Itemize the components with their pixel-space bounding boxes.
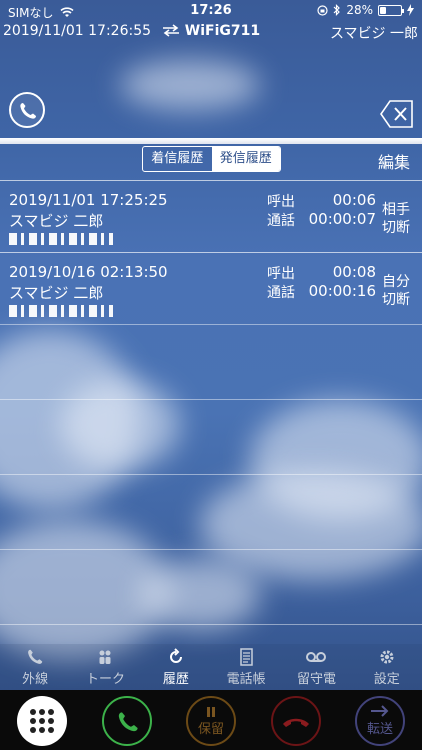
caller-name: スマビジ 二郎 bbox=[9, 212, 104, 230]
ring-time: 00:08 bbox=[332, 263, 376, 281]
keypad-button[interactable] bbox=[17, 696, 67, 746]
hangup-icon bbox=[283, 718, 309, 727]
call-datetime: 2019/11/01 17:25:25 bbox=[9, 191, 168, 209]
call-datetime: 2019/10/16 02:13:50 bbox=[9, 263, 168, 281]
history-icon bbox=[169, 648, 182, 663]
user-name: スマビジ 一郎 bbox=[329, 26, 418, 42]
masked-number bbox=[9, 233, 113, 245]
tab-outside-line[interactable]: 外線 bbox=[0, 644, 70, 690]
connection-info-bar: 2019/11/01 17:26:55 WiFiG711 スマビジ 一郎 bbox=[0, 22, 422, 42]
empty-row bbox=[0, 549, 422, 624]
disconnect-by: 自分 切断 bbox=[382, 274, 410, 308]
connection-label: WiFiG711 bbox=[184, 23, 261, 39]
empty-row bbox=[0, 324, 422, 399]
transfer-label: 転送 bbox=[366, 722, 393, 737]
phone-icon bbox=[118, 712, 138, 732]
history-segmented-control: 着信履歴 発信履歴 bbox=[142, 146, 281, 172]
phone-icon bbox=[28, 649, 43, 664]
disconnect-by: 相手 切断 bbox=[382, 202, 410, 236]
history-list: 2019/11/01 17:25:25 スマビジ 二郎 呼出 通話 00:06 … bbox=[0, 180, 422, 628]
ring-label: 呼出 bbox=[267, 194, 295, 210]
charging-icon bbox=[407, 4, 414, 16]
arrow-right-icon bbox=[371, 705, 389, 717]
transfer-button[interactable]: 転送 bbox=[355, 696, 405, 746]
phonebook-icon bbox=[240, 648, 253, 666]
call-button[interactable] bbox=[102, 696, 152, 746]
tab-talk[interactable]: トーク bbox=[70, 644, 140, 690]
ring-label: 呼出 bbox=[267, 266, 295, 282]
empty-row bbox=[0, 474, 422, 549]
bottom-tab-bar: 外線 トーク 履歴 電話帳 留守電 設定 bbox=[0, 644, 422, 690]
battery-percent: 28% bbox=[346, 3, 373, 17]
masked-number bbox=[9, 305, 113, 317]
pause-icon bbox=[207, 707, 215, 717]
call-action-bar: 保留 転送 bbox=[0, 690, 422, 750]
history-row[interactable]: 2019/11/01 17:25:25 スマビジ 二郎 呼出 通話 00:06 … bbox=[0, 180, 422, 252]
talk-label: 通話 bbox=[267, 213, 295, 229]
transfer-arrows-icon bbox=[162, 24, 179, 37]
dial-divider bbox=[0, 138, 422, 144]
keypad-icon bbox=[30, 709, 54, 733]
tab-history[interactable]: 履歴 bbox=[141, 644, 211, 690]
phone-icon bbox=[20, 103, 36, 119]
battery-icon bbox=[378, 4, 404, 16]
talk-label: 通話 bbox=[267, 285, 295, 301]
history-row[interactable]: 2019/10/16 02:13:50 スマビジ 二郎 呼出 通話 00:08 … bbox=[0, 252, 422, 324]
edit-button[interactable]: 編集 bbox=[378, 149, 410, 173]
bluetooth-icon bbox=[333, 4, 341, 16]
empty-row bbox=[0, 624, 422, 628]
rotation-lock-icon bbox=[317, 4, 328, 16]
people-icon bbox=[99, 650, 111, 664]
hold-label: 保留 bbox=[197, 722, 224, 737]
voicemail-icon bbox=[306, 652, 327, 662]
empty-row bbox=[0, 399, 422, 474]
talk-time: 00:00:16 bbox=[308, 282, 376, 300]
dial-call-button[interactable] bbox=[9, 92, 45, 128]
delete-button[interactable] bbox=[380, 99, 414, 129]
tab-incoming-history[interactable]: 着信履歴 bbox=[143, 147, 212, 171]
tab-phonebook[interactable]: 電話帳 bbox=[211, 644, 281, 690]
tab-outgoing-history[interactable]: 発信履歴 bbox=[211, 147, 280, 171]
hangup-button[interactable] bbox=[271, 696, 321, 746]
talk-time: 00:00:07 bbox=[308, 210, 376, 228]
caller-name: スマビジ 二郎 bbox=[9, 284, 104, 302]
tab-settings[interactable]: 設定 bbox=[352, 644, 422, 690]
hold-button[interactable]: 保留 bbox=[186, 696, 236, 746]
gear-icon bbox=[380, 650, 394, 664]
ring-time: 00:06 bbox=[332, 191, 376, 209]
status-bar: SIMなし 17:26 28% bbox=[0, 0, 422, 22]
backspace-icon bbox=[380, 100, 413, 128]
tab-voicemail[interactable]: 留守電 bbox=[281, 644, 351, 690]
